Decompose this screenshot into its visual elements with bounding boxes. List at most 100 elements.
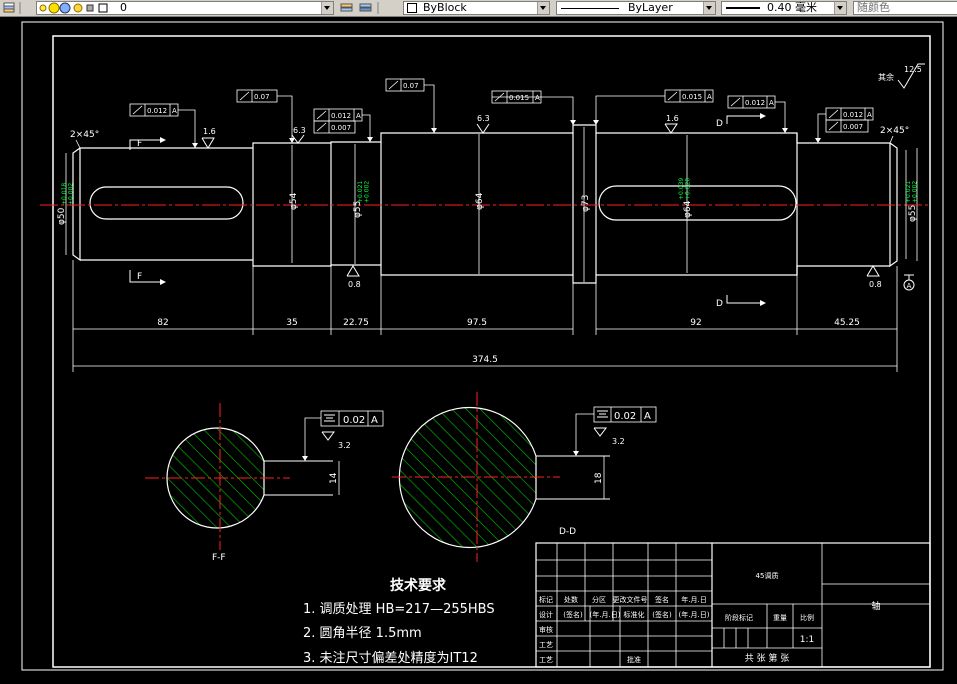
- dia-d4: φ64: [475, 192, 485, 210]
- tol-5: 0.015: [509, 94, 529, 102]
- tolerance-frames: [129, 78, 874, 148]
- len-total: 374.5: [472, 355, 498, 365]
- inner-frame: [52, 35, 931, 668]
- lineweight-combo[interactable]: 0.40 毫米: [721, 1, 847, 15]
- tb-h-date: 年.月.日: [681, 595, 706, 604]
- note-1: 1. 调质处理 HB=217—255HBS: [303, 602, 495, 617]
- roughness-others-value: 12.5: [904, 65, 922, 74]
- tol-1-datum: A: [172, 107, 177, 115]
- properties-toolbar: 0 ByBlock ByLayer 0.40 毫米 随颜色: [0, 0, 957, 17]
- tb-r-process2: 工艺: [539, 656, 553, 664]
- color-swatch-icon: [407, 3, 417, 13]
- keyw-dd: 18: [594, 472, 604, 484]
- plotstyle-value: 随颜色: [857, 1, 890, 14]
- fit-left: +0.018+0.002: [61, 183, 75, 205]
- tolerance-arrowheads: [192, 120, 821, 148]
- tol-3a: 0.012: [331, 112, 351, 120]
- fit-left2: +0.021+0.002: [357, 181, 371, 203]
- datum-label: A: [907, 282, 912, 290]
- tech-notes: 技术要求 1. 调质处理 HB=217—255HBS 2. 圆角半径 1.5mm…: [303, 577, 495, 666]
- len-l3: 22.75: [343, 318, 369, 328]
- linetype-combo[interactable]: ByLayer: [556, 1, 716, 15]
- tb-r-stage: 阶段标记: [725, 613, 753, 622]
- len-l5: 92: [690, 318, 701, 328]
- chevron-down-icon[interactable]: [834, 2, 846, 14]
- fit-labels: +0.018+0.002 +0.021+0.002 +0.039+0.020 +…: [61, 178, 919, 205]
- notes-title: 技术要求: [390, 577, 447, 594]
- chamfer-right: 2×45°: [880, 126, 909, 136]
- chevron-down-icon[interactable]: [537, 2, 549, 14]
- tb-sheets: 共 张 第 张: [745, 652, 790, 664]
- len-l1: 82: [157, 318, 168, 328]
- fit-right2: +0.021+0.002: [905, 181, 919, 203]
- tb-h-zone: 分区: [592, 595, 606, 604]
- section-d-bottom: D: [716, 299, 723, 309]
- chevron-down-icon[interactable]: [703, 2, 715, 14]
- tb-r-design: 设计: [539, 610, 553, 619]
- lineweight-value: 0.40 毫米: [767, 1, 817, 14]
- dia-d6: φ64: [683, 200, 693, 218]
- dia-d1: φ50: [57, 207, 67, 225]
- tol-3-datum: A: [356, 112, 361, 120]
- dia-d7: φ55: [908, 205, 918, 222]
- length-labels: 82 35 22.75 97.5 92 45.25 374.5: [157, 318, 860, 365]
- current-layer: 0: [120, 1, 127, 14]
- section-arrowheads: [160, 113, 766, 306]
- chevron-down-icon[interactable]: [321, 2, 333, 14]
- tol-1: 0.012: [147, 107, 167, 115]
- label-ff: F-F: [212, 553, 226, 563]
- tol-4: 0.07: [403, 82, 419, 90]
- fit-right1: +0.039+0.020: [678, 178, 692, 200]
- drawing-canvas[interactable]: φ50 φ54 φ55 φ64 φ73 φ64 φ55 +0.018+0.002…: [0, 17, 957, 684]
- tb-h-count: 处数: [564, 595, 578, 604]
- color-combo[interactable]: ByBlock: [403, 1, 550, 15]
- ra-1: 1.6: [203, 127, 216, 136]
- tol-8a: 0.012: [843, 111, 863, 119]
- lineweight-preview-icon: [726, 7, 760, 9]
- tol-8-datum: A: [867, 111, 872, 119]
- chamfer-leaders: [75, 135, 894, 149]
- layer-combo[interactable]: 0: [36, 1, 334, 15]
- linetype-value: ByLayer: [628, 1, 673, 14]
- tb-date-ph: (年.月.日): [590, 610, 621, 619]
- tol-2: 0.07: [254, 93, 270, 101]
- tolerance-values: 0.012 A 0.07 0.012 A 0.007 0.07 0.015 A …: [147, 82, 872, 132]
- tol-7: 0.012: [745, 99, 765, 107]
- len-l2: 35: [286, 318, 297, 328]
- section-d-top: D: [716, 119, 723, 129]
- tol-5-datum: A: [535, 94, 540, 102]
- roughness-symbols: [201, 63, 925, 277]
- ra-dd: 3.2: [612, 437, 625, 446]
- layer-manager-button[interactable]: [2, 1, 34, 15]
- roughness-values: 1.6 6.3 6.3 1.6 0.8 0.8 其余 12.5: [203, 65, 922, 289]
- ra-ff: 3.2: [338, 441, 351, 450]
- shaft-outline: [72, 124, 918, 284]
- tolerance-symbol-icons: [132, 80, 839, 132]
- ra-2: 6.3: [293, 126, 306, 135]
- section-f-bottom: F: [137, 272, 142, 282]
- tb-r-approve: 批准: [627, 655, 641, 664]
- dia-d5: φ73: [581, 195, 591, 212]
- plotstyle-combo: 随颜色: [853, 1, 957, 15]
- layer-tools-icon: [340, 2, 379, 14]
- tb-r-process: 工艺: [539, 641, 553, 649]
- tol-6-datum: A: [707, 93, 712, 101]
- ra-6: 0.8: [869, 280, 882, 289]
- tb-sign-ph: (签名): [563, 610, 583, 619]
- layer-state-icons: [39, 2, 108, 14]
- ra-3: 6.3: [477, 114, 490, 123]
- tb-part-name: 轴: [871, 600, 880, 612]
- roughness-others-label: 其余: [878, 72, 894, 82]
- chamfer-left: 2×45°: [70, 130, 99, 140]
- tol-ff: 0.02: [343, 415, 365, 426]
- tol-8b: 0.007: [843, 123, 863, 131]
- tb-r-check: 审核: [539, 625, 553, 634]
- tb-h-sign: 签名: [655, 595, 669, 604]
- ra-5: 0.8: [348, 280, 361, 289]
- tol-6: 0.015: [682, 93, 702, 101]
- layer-tools-buttons[interactable]: [338, 1, 382, 15]
- linetype-preview-icon: [561, 7, 619, 9]
- keyw-ff: 14: [329, 472, 339, 484]
- tol-dd-datum: A: [644, 411, 651, 422]
- tb-date-ph2: (年.月.日): [679, 610, 710, 619]
